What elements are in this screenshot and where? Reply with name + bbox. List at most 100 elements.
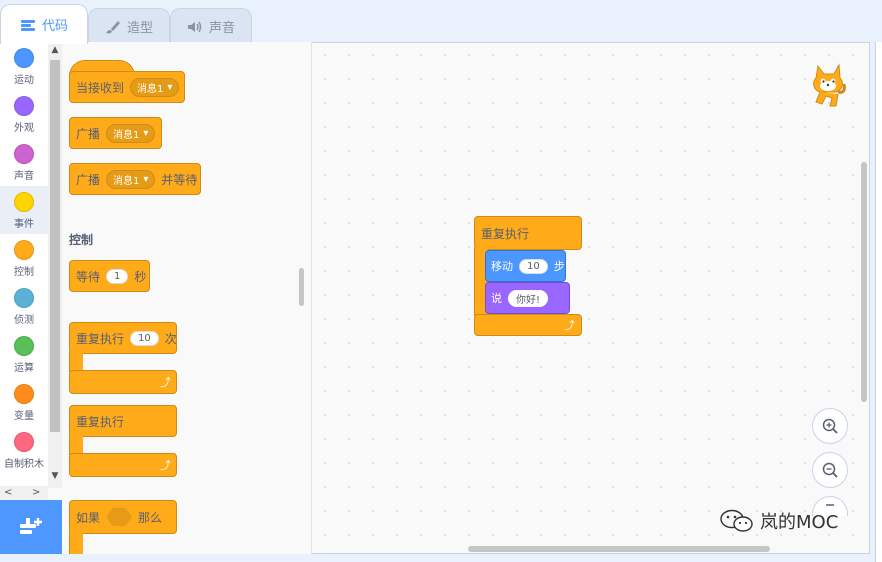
category-variables-dot: [14, 384, 34, 404]
category-sound[interactable]: 声音: [0, 138, 48, 186]
repeat-count-input[interactable]: 10: [130, 330, 159, 346]
category-motion[interactable]: 运动: [0, 42, 48, 90]
category-motion-dot: [14, 48, 34, 68]
category-events[interactable]: 事件: [0, 186, 48, 234]
wait-label: 等待: [76, 269, 101, 284]
category-operators-dot: [14, 336, 34, 356]
category-label: 运动: [14, 75, 34, 86]
script-say-block[interactable]: 说 你好!: [485, 282, 570, 314]
message-dropdown[interactable]: 消息1 ▾: [130, 77, 180, 97]
tab-code[interactable]: 代码: [0, 4, 88, 44]
if-arm: [69, 532, 83, 554]
watermark: 岚的MOC: [720, 508, 838, 534]
script-forever-top: 重复执行: [474, 216, 582, 250]
category-events-dot: [14, 192, 34, 212]
category-sensing[interactable]: 侦测: [0, 282, 48, 330]
category-sound-dot: [14, 144, 34, 164]
category-label: 变量: [14, 411, 34, 422]
block-broadcast-and-wait[interactable]: 广播 消息1 ▾ 并等待: [69, 163, 201, 195]
say-label: 说: [491, 292, 502, 305]
category-operators[interactable]: 运算: [0, 330, 48, 378]
forever-label: 重复执行: [76, 414, 125, 429]
loop-arrow-icon: ⤴: [160, 459, 171, 472]
chevron-down-icon: ▾: [167, 81, 173, 93]
canvas-horizontal-scrollbar[interactable]: [468, 546, 770, 552]
tab-costumes-label: 造型: [126, 21, 153, 36]
block-broadcast[interactable]: 广播 消息1 ▾: [69, 117, 162, 149]
say-text-input[interactable]: 你好!: [508, 289, 549, 307]
steps-label: 步: [553, 260, 565, 273]
section-title-control: 控制: [69, 233, 94, 247]
move-steps-input[interactable]: 10: [519, 258, 548, 274]
chevron-down-icon: ▾: [143, 127, 149, 139]
script-forever-label: 重复执行: [481, 226, 530, 241]
then-label: 那么: [138, 510, 163, 525]
add-extension-button[interactable]: [0, 500, 62, 554]
category-scrollbar[interactable]: ▲ ▼: [48, 42, 62, 488]
broadcast-label: 广播: [76, 126, 101, 141]
condition-slot[interactable]: [106, 508, 133, 526]
category-label: 侦测: [14, 315, 34, 326]
category-my-blocks-dot: [14, 432, 34, 452]
scroll-up-icon[interactable]: ▲: [50, 44, 60, 56]
scroll-left-icon[interactable]: <: [4, 486, 12, 500]
category-hscrollbar[interactable]: < >: [0, 486, 48, 500]
category-sensing-dot: [14, 288, 34, 308]
palette-scrollbar[interactable]: [299, 268, 304, 306]
sprite-cat-icon: [813, 63, 846, 107]
category-label: 控制: [14, 267, 34, 278]
category-control-dot: [14, 240, 34, 260]
zoom-in-icon: [822, 418, 838, 434]
code-icon: [20, 19, 35, 31]
when-receive-label: 当接收到: [76, 80, 125, 95]
scroll-down-icon[interactable]: ▼: [50, 470, 60, 482]
watermark-text: 岚的MOC: [760, 512, 839, 533]
tab-code-label: 代码: [41, 19, 68, 34]
stage-panel-edge: [875, 42, 882, 562]
category-label: 运算: [14, 363, 34, 374]
category-looks[interactable]: 外观: [0, 90, 48, 138]
zoom-in-button[interactable]: [812, 408, 848, 444]
zoom-out-button[interactable]: [812, 452, 848, 488]
script-canvas[interactable]: [313, 43, 869, 553]
loop-arrow-icon: ⤴: [160, 376, 171, 389]
broadcast-label: 广播: [76, 172, 101, 187]
wechat-icon: [720, 509, 753, 532]
move-label: 移动: [491, 260, 513, 273]
brush-icon: [105, 20, 120, 33]
repeat-arm: [69, 352, 83, 372]
if-top: 如果 那么: [69, 500, 177, 534]
category-variables[interactable]: 变量: [0, 378, 48, 426]
category-my-blocks[interactable]: 自制积木: [0, 426, 48, 474]
message-value: 消息1: [137, 83, 164, 95]
category-label: 外观: [14, 123, 34, 134]
canvas-vertical-scrollbar[interactable]: [861, 162, 867, 402]
scroll-right-icon[interactable]: >: [32, 486, 40, 500]
category-scroll-thumb[interactable]: [50, 60, 60, 432]
times-label: 次: [164, 331, 177, 346]
add-extension-icon: [20, 518, 42, 534]
if-label: 如果: [76, 510, 101, 525]
category-control[interactable]: 控制: [0, 234, 48, 282]
zoom-out-icon: [822, 462, 838, 478]
when-receive-bar: 当接收到 消息1 ▾: [69, 71, 185, 103]
chevron-down-icon: ▾: [143, 173, 149, 185]
category-looks-dot: [14, 96, 34, 116]
message-dropdown[interactable]: 消息1 ▾: [106, 123, 156, 143]
category-label: 自制积木: [4, 459, 44, 470]
script-move-block[interactable]: 移动 10 步: [485, 250, 566, 282]
block-wait[interactable]: 等待 1 秒: [69, 260, 150, 292]
repeat-top: 重复执行 10 次: [69, 322, 177, 354]
message-value: 消息1: [113, 175, 140, 187]
wait-seconds-input[interactable]: 1: [106, 268, 129, 284]
editor-tabs: 代码 造型 声音: [0, 0, 300, 44]
seconds-label: 秒: [134, 269, 147, 284]
tab-sounds-label: 声音: [208, 21, 235, 36]
category-label: 声音: [14, 171, 34, 182]
repeat-label: 重复执行: [76, 331, 125, 346]
tab-costumes[interactable]: 造型: [88, 8, 170, 44]
forever-top: 重复执行: [69, 405, 177, 437]
tab-sounds[interactable]: 声音: [170, 8, 252, 44]
message-dropdown[interactable]: 消息1 ▾: [106, 169, 156, 189]
speaker-icon: [187, 21, 202, 32]
